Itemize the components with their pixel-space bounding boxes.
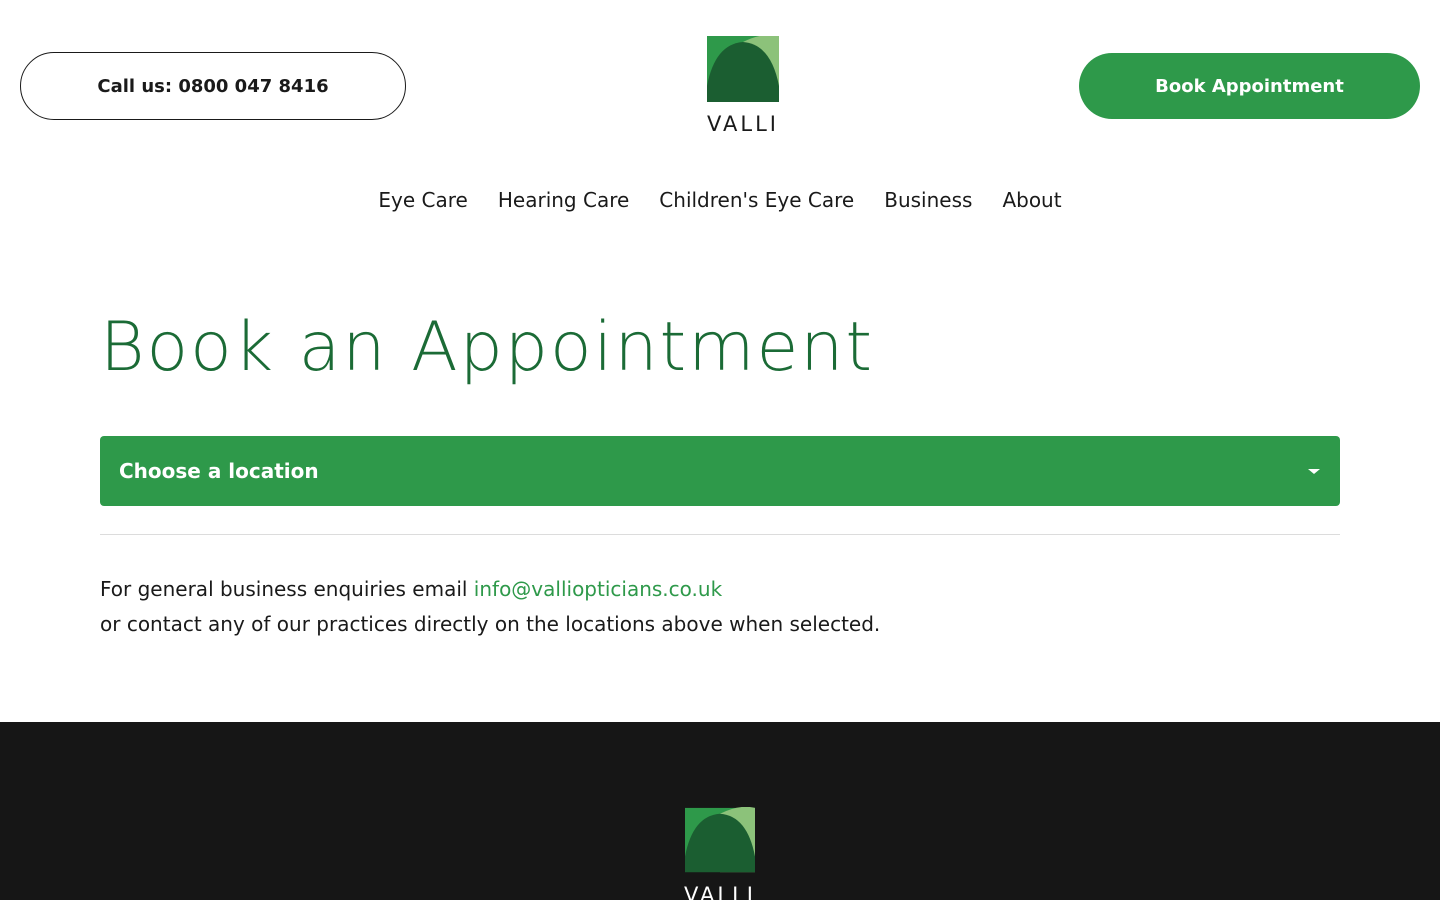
contact-info: For general business enquiries email inf… [100,572,880,642]
book-appointment-button[interactable]: Book Appointment [1079,53,1420,119]
email-link[interactable]: info@valliopticians.co.uk [474,577,722,601]
location-dropdown[interactable]: Choose a location [100,436,1340,506]
chevron-down-icon [1308,468,1320,474]
nav-item-eye-care[interactable]: Eye Care [378,186,467,214]
contact-info-line-1: For general business enquiries email inf… [100,572,880,607]
logo-text: VALLI [707,112,779,136]
valli-logo-icon [685,807,755,873]
call-us-button[interactable]: Call us: 0800 047 8416 [20,52,406,120]
footer-logo[interactable]: VALLI [684,807,756,900]
main-nav: Eye Care Hearing Care Children's Eye Car… [0,186,1440,214]
location-dropdown-label: Choose a location [119,459,319,483]
contact-info-line-2: or contact any of our practices directly… [100,612,881,636]
divider [100,534,1340,535]
site-header: Call us: 0800 047 8416 VALLI Book Appoin… [0,0,1440,160]
site-footer: VALLI [0,722,1440,900]
nav-item-hearing-care[interactable]: Hearing Care [498,186,629,214]
footer-logo-text: VALLI [684,883,756,900]
page-title: Book an Appointment [100,308,875,387]
contact-info-prefix: For general business enquiries email [100,577,474,601]
nav-item-business[interactable]: Business [884,186,972,214]
logo[interactable]: VALLI [706,36,780,135]
nav-item-about[interactable]: About [1002,186,1061,214]
nav-item-childrens-eye-care[interactable]: Children's Eye Care [659,186,854,214]
valli-logo-icon [707,36,779,102]
